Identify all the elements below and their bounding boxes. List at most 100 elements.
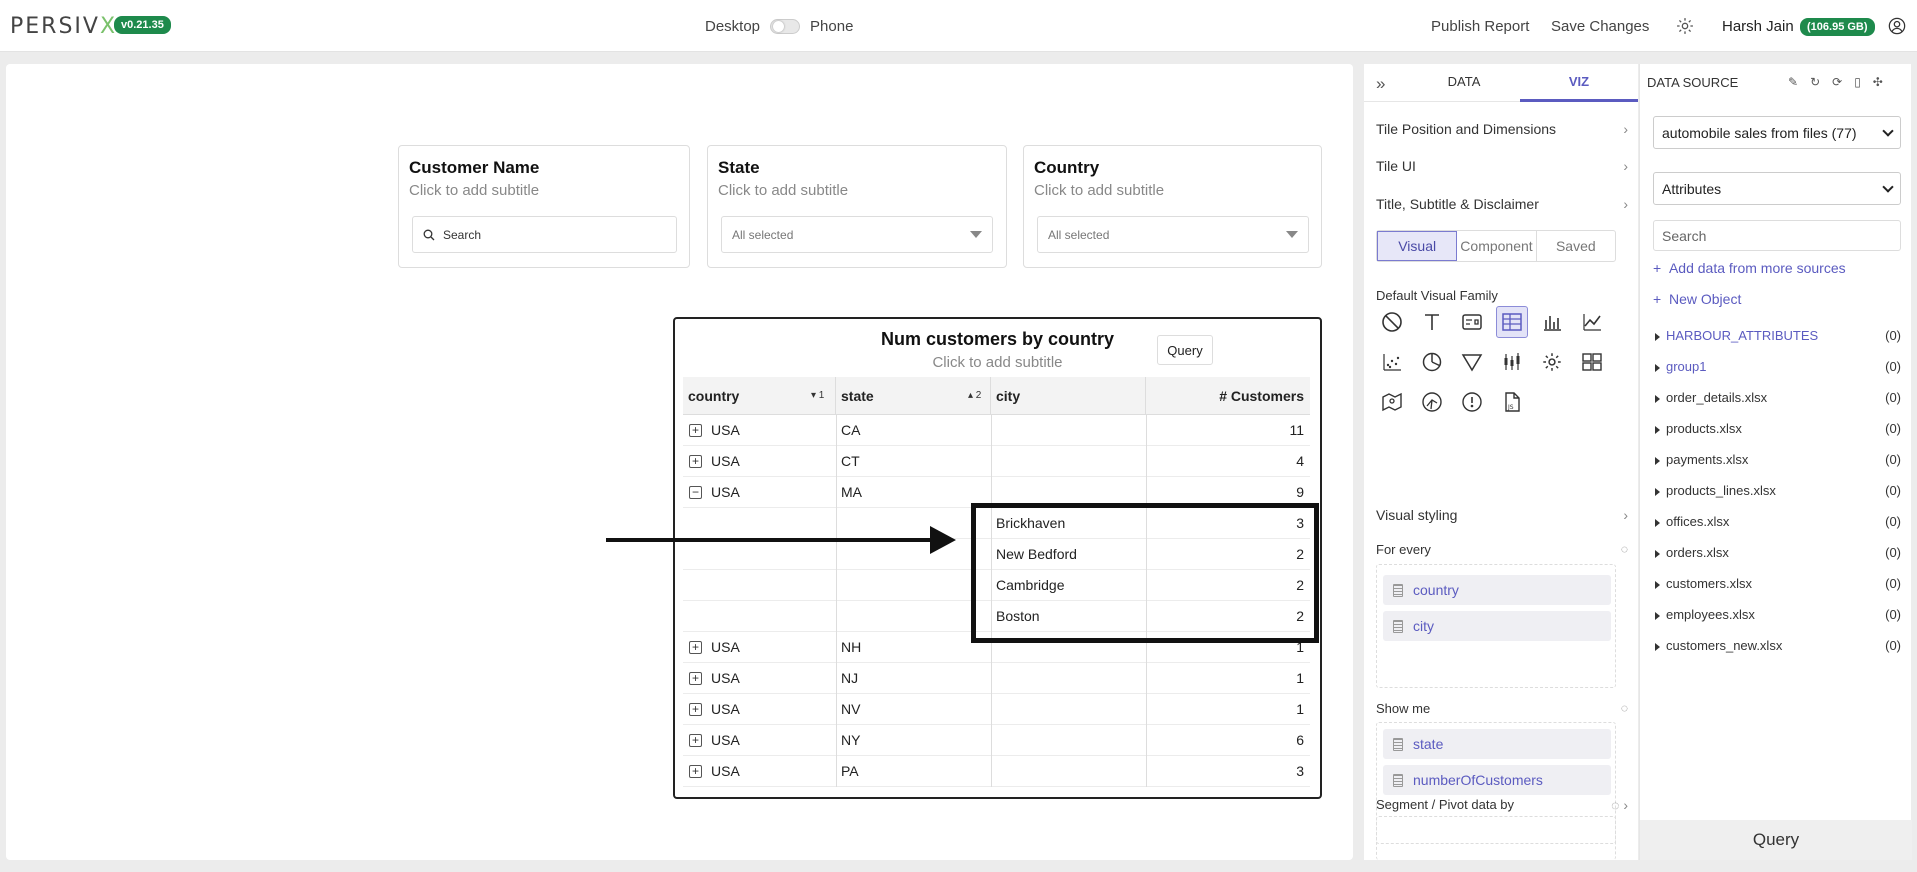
file-icon[interactable]: ▯ [1854, 75, 1861, 89]
mode-toggle-switch[interactable] [770, 19, 801, 34]
customer-search-input[interactable]: Search [412, 216, 677, 253]
expand-icon[interactable]: + [689, 424, 702, 437]
table-row[interactable]: + USA NJ 1 [683, 663, 1310, 694]
candlestick-chart-icon[interactable] [1496, 346, 1528, 378]
data-source-item[interactable]: order_details.xlsx (0) [1653, 390, 1901, 410]
refresh-icon[interactable]: ↻ [1810, 75, 1820, 89]
field-state[interactable]: state [1383, 729, 1611, 759]
sync-icon[interactable]: ⟳ [1832, 75, 1842, 89]
caret-right-icon[interactable] [1655, 612, 1660, 620]
sort-asc-icon[interactable]: ▴ 2 [968, 377, 981, 415]
visual-styling-section[interactable]: Visual styling › [1376, 507, 1628, 523]
col-header-state[interactable]: state ▴ 2 [836, 377, 991, 415]
state-select[interactable]: All selected [721, 216, 993, 253]
filter-subtitle[interactable]: Click to add subtitle [1034, 182, 1164, 199]
tile-position-section[interactable]: Tile Position and Dimensions › [1376, 121, 1628, 137]
field-number-of-customers[interactable]: numberOfCustomers [1383, 765, 1611, 795]
category-select[interactable]: Attributes [1653, 172, 1901, 205]
filter-title[interactable]: Country [1034, 158, 1099, 178]
col-header-customers[interactable]: # Customers [1146, 377, 1310, 415]
filter-subtitle[interactable]: Click to add subtitle [409, 182, 539, 199]
table-visual-icon[interactable] [1496, 306, 1528, 338]
data-source-item[interactable]: group1 (0) [1653, 359, 1901, 379]
data-source-item[interactable]: HARBOUR_ATTRIBUTES (0) [1653, 328, 1901, 348]
expand-icon[interactable]: + [689, 734, 702, 747]
country-select[interactable]: All selected [1037, 216, 1309, 253]
expand-icon[interactable]: + [689, 641, 702, 654]
segment-pivot-section[interactable]: Segment / Pivot data by ◌ › [1376, 797, 1628, 813]
seg-saved[interactable]: Saved [1537, 231, 1615, 261]
seg-visual[interactable]: Visual [1377, 231, 1458, 261]
map-visual-icon[interactable] [1376, 386, 1408, 418]
layout-grid-icon[interactable] [1576, 346, 1608, 378]
text-visual-icon[interactable] [1416, 306, 1448, 338]
expand-icon[interactable]: + [689, 765, 702, 778]
tab-viz[interactable]: VIZ [1520, 64, 1638, 102]
filter-customer-name[interactable]: Customer Name Click to add subtitle Sear… [398, 145, 690, 268]
caret-right-icon[interactable] [1655, 550, 1660, 558]
caret-right-icon[interactable] [1655, 519, 1660, 527]
table-row[interactable]: + USA NV 1 [683, 694, 1310, 725]
data-source-item[interactable]: offices.xlsx (0) [1653, 514, 1901, 534]
for-every-dropzone[interactable]: country city [1376, 564, 1616, 688]
expand-icon[interactable]: + [689, 455, 702, 468]
reset-icon[interactable]: ◌ [1621, 542, 1628, 556]
col-header-city[interactable]: city [991, 377, 1146, 415]
add-data-sources-link[interactable]: + Add data from more sources [1653, 260, 1846, 276]
app-logo[interactable]: PERSIVX [10, 14, 117, 39]
caret-right-icon[interactable] [1655, 333, 1660, 341]
network-graph-icon[interactable] [1416, 386, 1448, 418]
js-file-icon[interactable]: JS [1496, 386, 1528, 418]
reset-icon[interactable]: ◌ [1621, 701, 1628, 715]
pie-chart-icon[interactable] [1416, 346, 1448, 378]
data-source-item[interactable]: customers_new.xlsx (0) [1653, 638, 1901, 658]
data-source-item[interactable]: payments.xlsx (0) [1653, 452, 1901, 472]
filter-subtitle[interactable]: Click to add subtitle [718, 182, 848, 199]
no-visual-icon[interactable] [1376, 306, 1408, 338]
data-source-item[interactable]: products_lines.xlsx (0) [1653, 483, 1901, 503]
collapse-icon[interactable]: − [689, 486, 702, 499]
data-source-item[interactable]: products.xlsx (0) [1653, 421, 1901, 441]
settings-gear-icon[interactable] [1675, 16, 1695, 36]
table-row[interactable]: + USA CT 4 [683, 446, 1310, 477]
edit-icon[interactable]: ✎ [1788, 75, 1798, 89]
data-source-item[interactable]: customers.xlsx (0) [1653, 576, 1901, 596]
col-header-country[interactable]: country ▾ 1 [683, 377, 836, 415]
user-name[interactable]: Harsh Jain [1722, 18, 1794, 35]
field-country[interactable]: country [1383, 575, 1611, 605]
table-row[interactable]: + USA PA 3 [683, 756, 1310, 787]
caret-right-icon[interactable] [1655, 364, 1660, 372]
caret-right-icon[interactable] [1655, 581, 1660, 589]
data-source-search-input[interactable]: Search [1653, 220, 1901, 251]
new-object-link[interactable]: + New Object [1653, 291, 1741, 307]
expand-icon[interactable]: + [689, 703, 702, 716]
custom-gear-icon[interactable] [1536, 346, 1568, 378]
filter-country[interactable]: Country Click to add subtitle All select… [1023, 145, 1322, 268]
mode-desktop-label[interactable]: Desktop [705, 18, 760, 35]
title-subtitle-section[interactable]: Title, Subtitle & Disclaimer › [1376, 196, 1628, 212]
filter-title[interactable]: State [718, 158, 760, 178]
filter-state[interactable]: State Click to add subtitle All selected [707, 145, 1007, 268]
collapse-panel-icon[interactable]: » [1376, 74, 1385, 94]
caret-right-icon[interactable] [1655, 457, 1660, 465]
segment-dropzone[interactable] [1376, 816, 1616, 860]
table-title[interactable]: Num customers by country [675, 329, 1320, 350]
table-row[interactable]: + USA NY 6 [683, 725, 1310, 756]
expand-icon[interactable]: + [689, 672, 702, 685]
data-source-select[interactable]: automobile sales from files (77) [1653, 116, 1901, 149]
table-row[interactable]: + USA CA 11 [683, 415, 1310, 446]
scatter-chart-icon[interactable] [1376, 346, 1408, 378]
save-changes-button[interactable]: Save Changes [1551, 18, 1649, 35]
sort-desc-icon[interactable]: ▾ 1 [811, 377, 824, 415]
filter-title[interactable]: Customer Name [409, 158, 539, 178]
profile-icon[interactable] [1888, 17, 1906, 35]
tab-data[interactable]: DATA [1404, 64, 1524, 102]
data-source-item[interactable]: orders.xlsx (0) [1653, 545, 1901, 565]
seg-component[interactable]: Component [1457, 231, 1537, 261]
tile-ui-section[interactable]: Tile UI › [1376, 158, 1628, 174]
caret-right-icon[interactable] [1655, 488, 1660, 496]
mode-phone-label[interactable]: Phone [810, 18, 853, 35]
kpi-card-icon[interactable] [1456, 306, 1488, 338]
caret-right-icon[interactable] [1655, 426, 1660, 434]
table-query-button[interactable]: Query [1157, 335, 1213, 365]
